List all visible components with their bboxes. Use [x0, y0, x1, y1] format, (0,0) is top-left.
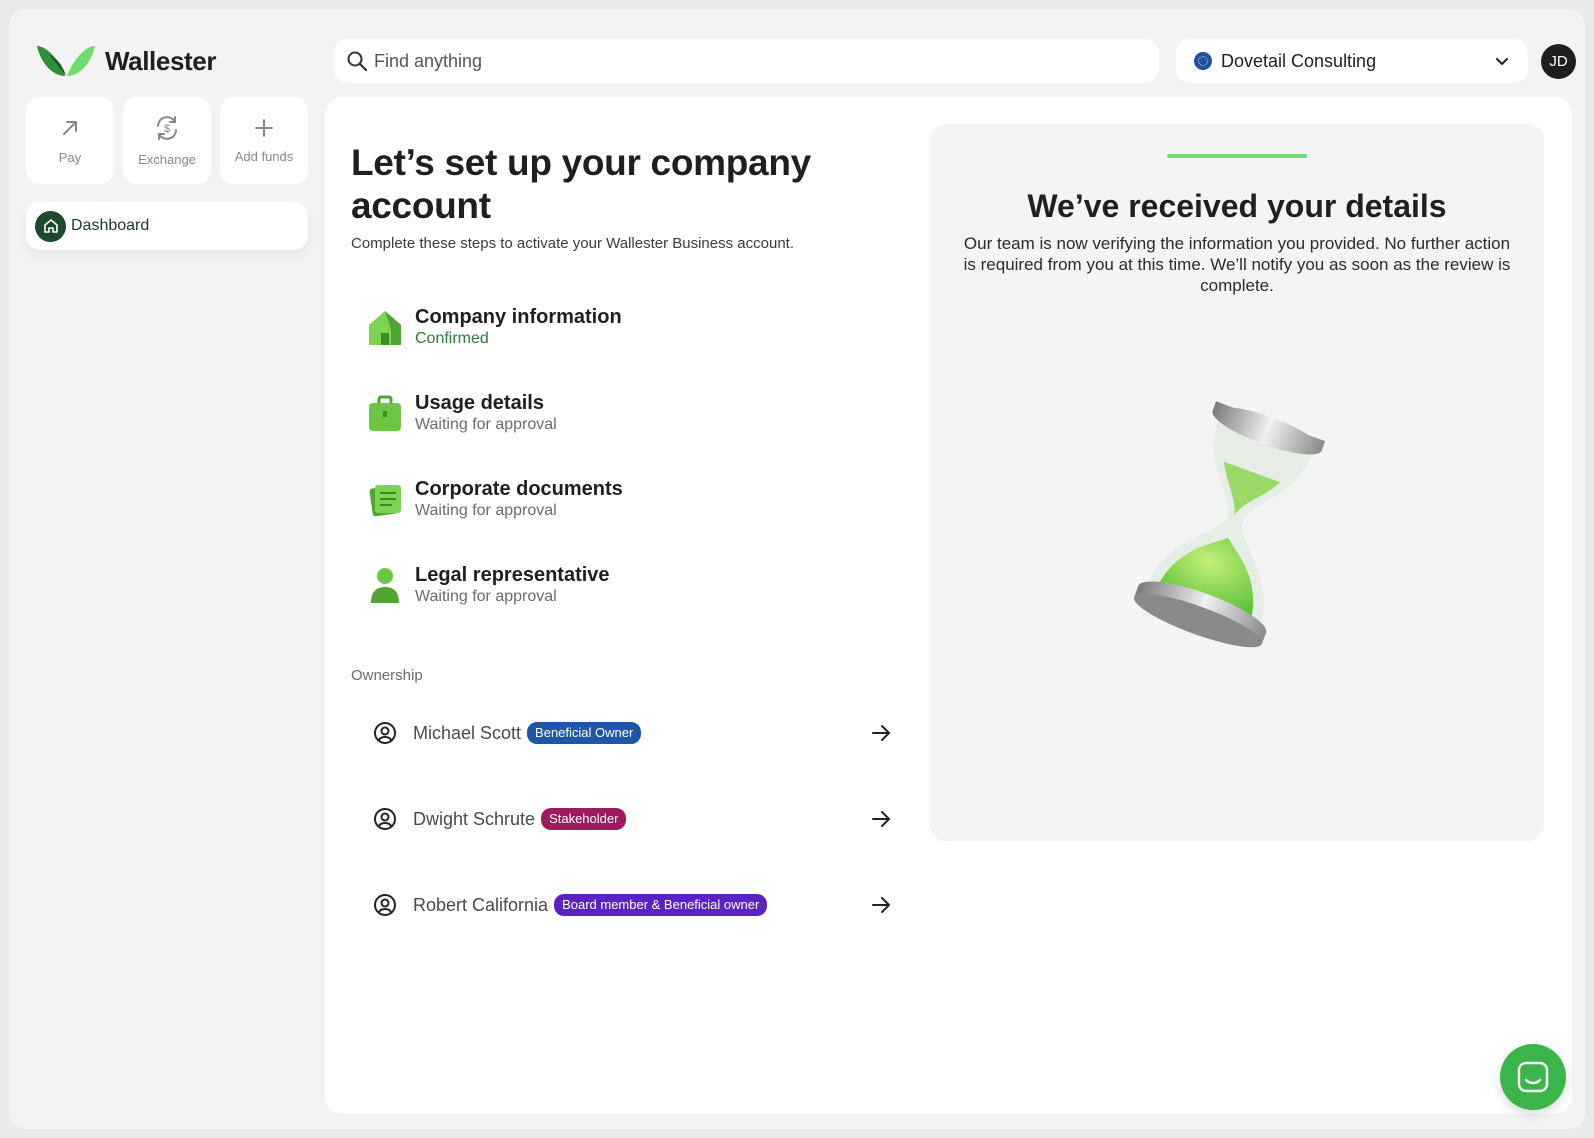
step-name: Usage details	[415, 392, 544, 414]
step-corporate-documents[interactable]: Corporate documents Waiting for approval	[365, 477, 865, 537]
search-bar[interactable]	[334, 39, 1159, 83]
verification-status-card: We’ve received your details Our team is …	[930, 124, 1544, 841]
status-text: Our team is now verifying the informatio…	[963, 234, 1511, 295]
arrow-right-icon[interactable]	[869, 893, 893, 917]
sidebar-item-label: Dashboard	[71, 217, 150, 234]
user-circle-icon	[374, 894, 396, 916]
ownership-section-label: Ownership	[351, 667, 423, 684]
house-icon	[369, 311, 401, 345]
step-name: Company information	[415, 306, 622, 328]
owner-name: Dwight Schrute	[413, 808, 536, 829]
role-badge: Board member & Beneficial owner	[554, 894, 768, 916]
add-funds-button[interactable]: Add funds	[220, 97, 308, 184]
step-status: Waiting for approval	[415, 416, 557, 433]
documents-icon	[369, 485, 401, 517]
step-status: Waiting for approval	[415, 502, 557, 519]
sidebar-item-dashboard[interactable]: Dashboard	[26, 202, 308, 250]
arrow-right-icon[interactable]	[869, 807, 893, 831]
brand-logo[interactable]: Wallester	[35, 42, 216, 80]
step-usage-details[interactable]: Usage details Waiting for approval	[365, 391, 865, 451]
owner-name: Michael Scott	[413, 722, 522, 743]
owner-row[interactable]: Michael Scott Beneficial Owner	[373, 715, 893, 751]
step-legal-representative[interactable]: Legal representative Waiting for approva…	[365, 563, 865, 623]
page-subtitle: Complete these steps to activate your Wa…	[351, 235, 794, 252]
user-circle-icon	[374, 808, 396, 830]
briefcase-icon	[369, 395, 401, 431]
role-badge: Beneficial Owner	[527, 722, 642, 744]
role-badge: Stakeholder	[541, 808, 627, 830]
step-name: Corporate documents	[415, 478, 623, 500]
page-title: Let’s set up your company account	[351, 142, 811, 226]
company-selector[interactable]: Dovetail Consulting	[1176, 39, 1528, 83]
chat-launcher-button[interactable]	[1500, 1044, 1566, 1110]
exchange-button[interactable]: $ Exchange	[123, 97, 211, 184]
home-icon	[35, 210, 66, 242]
plus-icon	[255, 119, 273, 137]
eu-flag-icon	[1194, 52, 1212, 70]
search-icon	[347, 51, 368, 72]
user-avatar[interactable]: JD	[1541, 44, 1576, 79]
company-name: Dovetail Consulting	[1221, 50, 1377, 71]
step-company-information[interactable]: Company information Confirmed	[365, 305, 865, 365]
brand-name: Wallester	[105, 45, 217, 76]
chevron-down-icon	[1496, 58, 1508, 65]
exchange-label: Exchange	[138, 152, 196, 167]
pay-button[interactable]: Pay	[26, 97, 114, 184]
person-icon	[371, 568, 399, 603]
arrow-right-icon[interactable]	[869, 721, 893, 745]
search-input[interactable]	[374, 50, 1134, 72]
owner-row[interactable]: Robert California Board member & Benefic…	[373, 887, 893, 923]
pay-label: Pay	[58, 150, 82, 165]
user-circle-icon	[374, 722, 396, 744]
currency-exchange-icon: $	[157, 116, 177, 140]
chat-icon	[1517, 1061, 1549, 1093]
owner-name: Robert California	[413, 894, 549, 915]
progress-fill	[1167, 154, 1307, 158]
owner-row[interactable]: Dwight Schrute Stakeholder	[373, 801, 893, 837]
status-title: We’ve received your details	[1027, 188, 1447, 224]
main-panel: Let’s set up your company account Comple…	[325, 97, 1572, 1114]
hourglass-icon	[1133, 401, 1326, 648]
progress-bar	[1167, 154, 1307, 158]
wallester-logo-icon	[37, 46, 95, 76]
svg-text:$: $	[164, 123, 170, 135]
step-status: Confirmed	[415, 330, 489, 347]
step-status: Waiting for approval	[415, 588, 557, 605]
arrow-up-right-icon	[63, 121, 77, 135]
add-funds-label: Add funds	[234, 149, 294, 164]
step-name: Legal representative	[415, 564, 610, 586]
